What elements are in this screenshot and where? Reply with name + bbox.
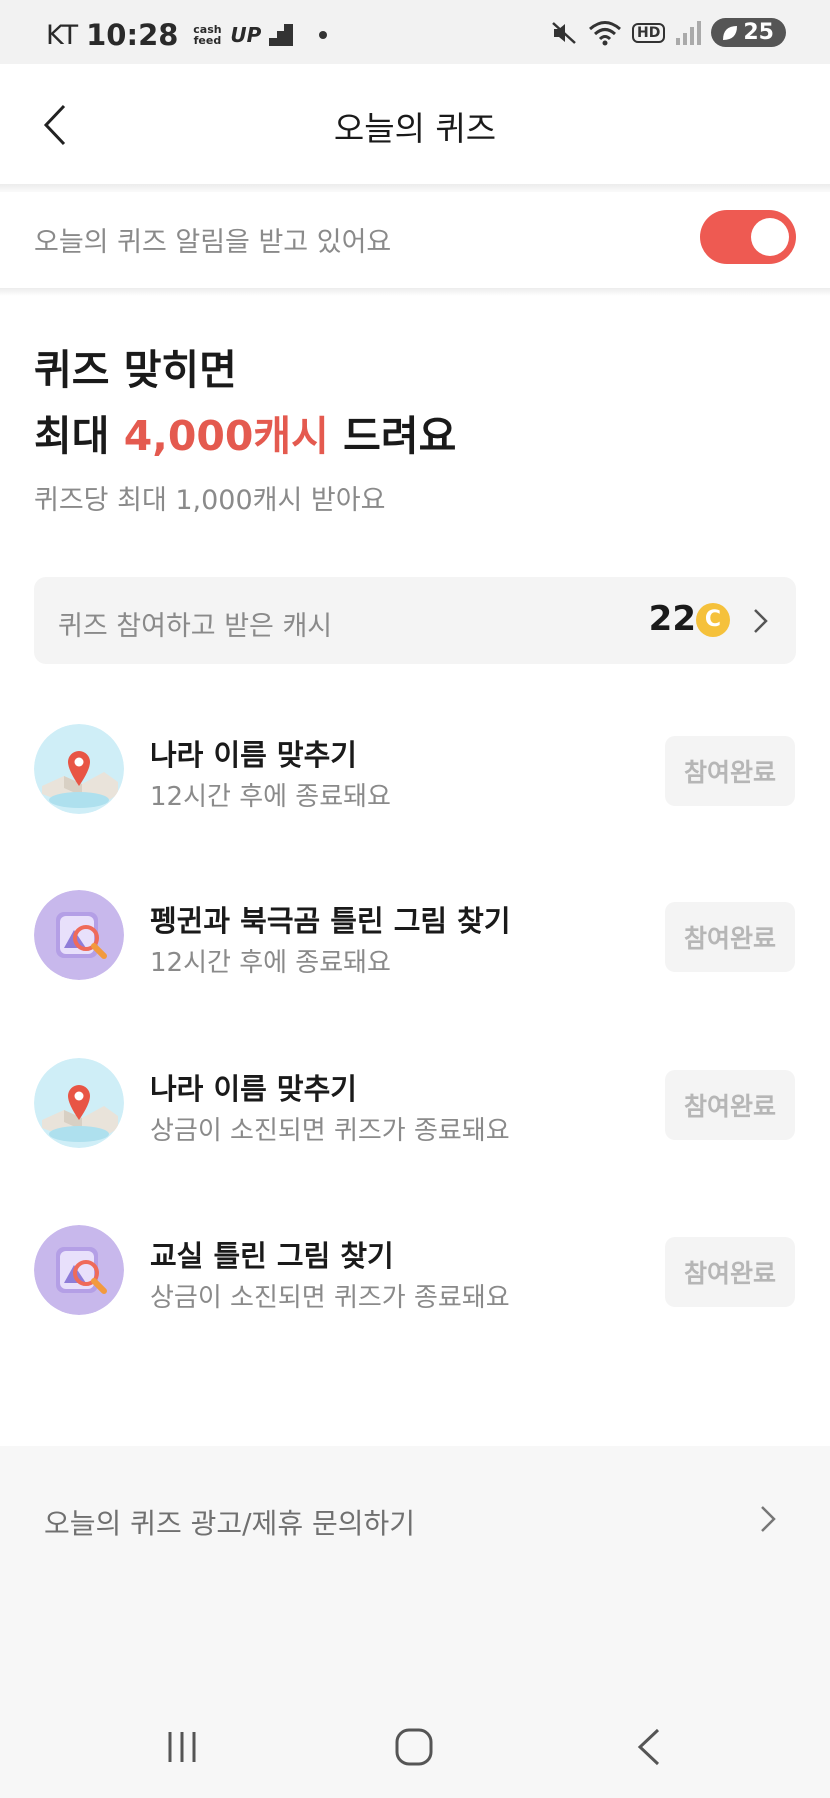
notification-dot-icon [319,31,328,39]
recent-apps-icon [168,1732,196,1762]
participated-button[interactable]: 참여완료 [665,1237,795,1307]
quiz-item: 펭귄과 북극곰 틀린 그림 찾기 12시간 후에 종료돼요 참여완료 [0,890,830,1010]
back-arrow-icon [637,1728,660,1766]
status-left: KT 10:28 cash feed UP [46,18,328,52]
notification-toggle[interactable] [700,210,796,264]
quiz-subtitle: 12시간 후에 종료돼요 [150,782,391,812]
quiz-item: 교실 틀린 그림 찾기 상금이 소진되면 퀴즈가 종료돼요 참여완료 [0,1225,830,1345]
battery-level: 25 [743,20,774,45]
hero-prefix: 최대 [34,412,124,460]
quiz-title: 나라 이름 맞추기 [150,1072,357,1106]
quiz-title: 펭귄과 북극곰 틀린 그림 찾기 [150,904,511,938]
home-icon [395,1728,433,1766]
chevron-right-icon [761,1506,776,1532]
coin-icon: C [696,603,730,637]
notification-row: 오늘의 퀴즈 알림을 받고 있어요 [0,192,830,288]
up-icon: UP [230,23,262,47]
quiz-subtitle: 상금이 소진되면 퀴즈가 종료돼요 [150,1116,510,1146]
system-nav-bar [0,1700,830,1798]
toggle-knob [751,218,789,256]
quiz-item: 나라 이름 맞추기 상금이 소진되면 퀴즈가 종료돼요 참여완료 [0,1058,830,1178]
quiz-title: 교실 틀린 그림 찾기 [150,1239,394,1273]
map-pin-icon [34,724,124,814]
clock: 10:28 [86,18,179,52]
wifi-icon [589,20,622,45]
earned-cash-value: 22 [648,599,696,639]
quiz-item: 나라 이름 맞추기 12시간 후에 종료돼요 참여완료 [0,724,830,844]
cashfeed-icon: cash feed [193,23,222,47]
mute-icon [552,21,576,44]
quiz-title: 나라 이름 맞추기 [150,738,357,772]
status-bar: KT 10:28 cash feed UP HD 25 [0,0,830,64]
participated-button[interactable]: 참여완료 [665,736,795,806]
signal-icon [676,20,702,45]
hero-max-cash: 4,000캐시 [123,412,329,460]
ad-inquiry-link[interactable]: 오늘의 퀴즈 광고/제휴 문의하기 [0,1446,830,1586]
notification-label: 오늘의 퀴즈 알림을 받고 있어요 [34,227,392,258]
quiz-subtitle: 상금이 소진되면 퀴즈가 종료돼요 [150,1283,510,1313]
notification-divider [0,288,830,296]
magnifier-picture-icon [34,890,124,980]
earned-cash-row[interactable]: 퀴즈 참여하고 받은 캐시 22 C [34,577,796,664]
magnifier-picture-icon [34,1225,124,1315]
hero-title-line1: 퀴즈 맞히면 [34,346,237,394]
ad-inquiry-label: 오늘의 퀴즈 광고/제휴 문의하기 [44,1507,416,1540]
home-button[interactable] [385,1722,445,1772]
hero-title-line2: 최대 4,000캐시 드려요 [34,402,456,462]
hero-suffix: 드려요 [328,412,457,460]
status-right: HD 25 [550,18,786,47]
quiz-subtitle: 12시간 후에 종료돼요 [150,948,391,978]
chevron-right-icon [754,609,768,633]
carrier-label: KT [46,19,79,51]
participated-button[interactable]: 참여완료 [665,902,795,972]
hero-subtitle: 퀴즈당 최대 1,000캐시 받아요 [34,485,386,516]
map-pin-icon [34,1058,124,1148]
battery-indicator: 25 [711,18,786,47]
stairs-icon [269,24,294,46]
nav-back-button[interactable] [620,1722,680,1772]
leaf-icon [723,25,738,40]
earned-cash-label: 퀴즈 참여하고 받은 캐시 [58,611,333,642]
participated-button[interactable]: 참여완료 [665,1070,795,1140]
app-header: 오늘의 퀴즈 [0,64,830,186]
hd-icon: HD [632,22,666,43]
page-title: 오늘의 퀴즈 [333,109,497,148]
header-divider [0,184,830,192]
recent-apps-button[interactable] [152,1722,212,1772]
